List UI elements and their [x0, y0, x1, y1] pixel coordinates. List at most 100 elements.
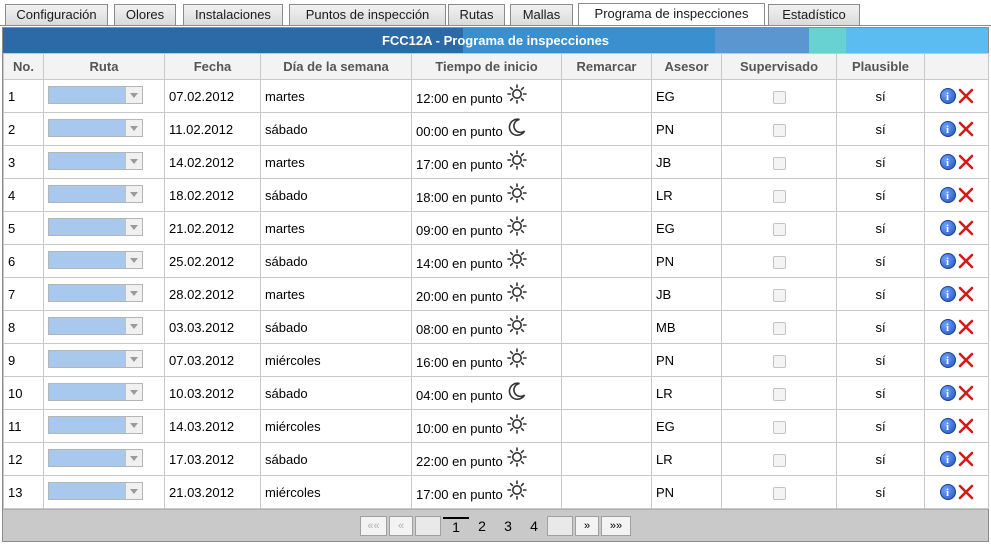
supervised-checkbox[interactable] — [772, 255, 786, 269]
advisor-cell: LR — [651, 442, 722, 476]
supervised-checkbox[interactable] — [772, 354, 786, 368]
tab-configuración[interactable]: Configuración — [5, 4, 108, 26]
first-page-button[interactable]: «« — [360, 516, 387, 536]
tab-olores[interactable]: Olores — [114, 4, 176, 26]
route-select[interactable] — [48, 85, 143, 104]
plausible-cell: sí — [836, 211, 925, 245]
start-time: 00:00 en punto — [416, 118, 527, 141]
tab-estadístico[interactable]: Estadístico — [768, 4, 860, 26]
info-icon[interactable]: i — [939, 385, 956, 401]
tab-mallas[interactable]: Mallas — [510, 4, 573, 26]
dropdown-arrow-icon[interactable] — [125, 317, 142, 334]
info-icon[interactable]: i — [939, 154, 956, 170]
info-icon[interactable]: i — [939, 187, 956, 203]
supervised-checkbox[interactable] — [772, 321, 786, 335]
dropdown-arrow-icon[interactable] — [125, 218, 142, 235]
tab-puntos-de-inspección[interactable]: Puntos de inspección — [289, 4, 446, 26]
plausible-cell: sí — [836, 244, 925, 278]
supervised-checkbox[interactable] — [772, 486, 786, 500]
route-select[interactable] — [48, 481, 143, 500]
page-1-link[interactable]: 1 — [443, 517, 469, 535]
delete-icon[interactable] — [958, 319, 974, 335]
info-icon[interactable]: i — [939, 352, 956, 368]
route-select[interactable] — [48, 415, 143, 434]
info-icon[interactable]: i — [939, 121, 956, 137]
supervised-checkbox[interactable] — [772, 387, 786, 401]
weekday-cell: sábado — [260, 376, 412, 410]
page-2-link[interactable]: 2 — [469, 516, 495, 536]
info-icon[interactable]: i — [939, 253, 956, 269]
supervised-checkbox[interactable] — [772, 90, 786, 104]
last-page-button[interactable]: »» — [601, 516, 631, 536]
supervised-checkbox[interactable] — [772, 156, 786, 170]
dropdown-arrow-icon[interactable] — [125, 251, 142, 268]
delete-icon[interactable] — [958, 253, 974, 269]
pager-spacer[interactable] — [415, 516, 441, 536]
info-icon[interactable]: i — [939, 484, 956, 500]
dropdown-arrow-icon[interactable] — [125, 284, 142, 301]
supervised-cell — [721, 178, 837, 212]
dropdown-arrow-icon[interactable] — [125, 152, 142, 169]
info-icon[interactable]: i — [939, 220, 956, 236]
delete-icon[interactable] — [958, 418, 974, 434]
delete-icon[interactable] — [958, 220, 974, 236]
route-select[interactable] — [48, 118, 143, 137]
sun-icon — [506, 150, 527, 170]
date-cell: 21.03.2012 — [164, 475, 261, 509]
route-select[interactable] — [48, 448, 143, 467]
dropdown-arrow-icon[interactable] — [125, 86, 142, 103]
dropdown-arrow-icon[interactable] — [125, 449, 142, 466]
dropdown-arrow-icon[interactable] — [125, 119, 142, 136]
dropdown-arrow-icon[interactable] — [125, 185, 142, 202]
advisor-cell: MB — [651, 310, 722, 344]
route-cell — [43, 475, 165, 509]
supervised-checkbox[interactable] — [772, 420, 786, 434]
delete-icon[interactable] — [958, 121, 974, 137]
dropdown-arrow-icon[interactable] — [125, 482, 142, 499]
pager-spacer[interactable] — [547, 516, 573, 536]
delete-icon[interactable] — [958, 352, 974, 368]
tab-programa-de-inspecciones[interactable]: Programa de inspecciones — [578, 3, 765, 26]
info-icon[interactable]: i — [939, 319, 956, 335]
dropdown-arrow-icon[interactable] — [125, 416, 142, 433]
info-icon[interactable]: i — [939, 451, 956, 467]
prev-page-button[interactable]: « — [389, 516, 413, 536]
delete-icon[interactable] — [958, 385, 974, 401]
table-row: 4 18.02.2012 sábado 18:00 en punto LR sí i — [3, 178, 989, 212]
delete-icon[interactable] — [958, 187, 974, 203]
dropdown-arrow-icon[interactable] — [125, 350, 142, 367]
info-icon[interactable]: i — [939, 88, 956, 104]
page-4-link[interactable]: 4 — [521, 516, 547, 536]
route-select[interactable] — [48, 316, 143, 335]
dropdown-arrow-icon[interactable] — [125, 383, 142, 400]
route-select[interactable] — [48, 151, 143, 170]
tab-instalaciones[interactable]: Instalaciones — [183, 4, 283, 26]
row-actions: i — [939, 253, 974, 269]
start-time-text: 00:00 en punto — [416, 123, 503, 139]
route-select[interactable] — [48, 349, 143, 368]
route-select[interactable] — [48, 283, 143, 302]
route-select[interactable] — [48, 217, 143, 236]
supervised-checkbox[interactable] — [772, 453, 786, 467]
delete-icon[interactable] — [958, 154, 974, 170]
page-3-link[interactable]: 3 — [495, 516, 521, 536]
delete-icon[interactable] — [958, 484, 974, 500]
route-select[interactable] — [48, 250, 143, 269]
delete-icon[interactable] — [958, 451, 974, 467]
tab-rutas[interactable]: Rutas — [448, 4, 505, 26]
supervised-checkbox[interactable] — [772, 222, 786, 236]
info-icon[interactable]: i — [939, 286, 956, 302]
route-select[interactable] — [48, 184, 143, 203]
start-time: 12:00 en punto — [416, 84, 527, 108]
info-icon[interactable]: i — [939, 418, 956, 434]
delete-icon[interactable] — [958, 286, 974, 302]
actions-cell: i — [924, 475, 989, 509]
delete-icon[interactable] — [958, 88, 974, 104]
next-page-button[interactable]: » — [575, 516, 599, 536]
table-row: 12 17.03.2012 sábado 22:00 en punto LR sí i — [3, 442, 989, 476]
supervised-checkbox[interactable] — [772, 288, 786, 302]
supervised-checkbox[interactable] — [772, 189, 786, 203]
route-select[interactable] — [48, 382, 143, 401]
table-row: 10 10.03.2012 sábado 04:00 en punto LR sí i — [3, 376, 989, 410]
supervised-checkbox[interactable] — [772, 123, 786, 137]
